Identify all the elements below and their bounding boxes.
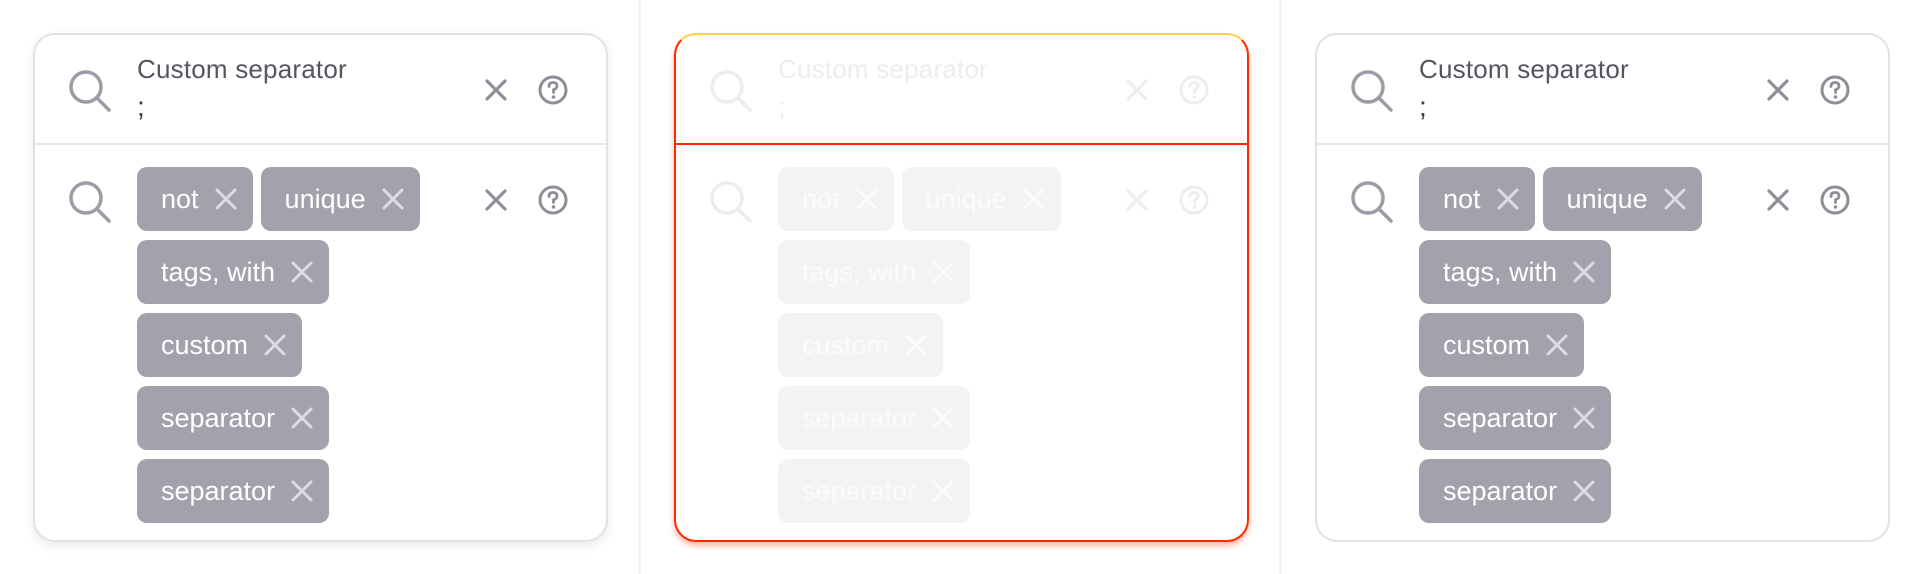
tag-label: tags, with — [1443, 256, 1558, 287]
tag-label: custom — [1443, 329, 1531, 360]
x-icon — [1023, 188, 1045, 210]
tag-chip[interactable]: not — [137, 167, 253, 231]
tag-chip[interactable]: separator — [137, 459, 330, 523]
help-circle-icon[interactable] — [537, 74, 569, 106]
tag-input-card: Custom separator ; not unique tags, with… — [33, 33, 608, 542]
tags-row: not unique tags, with custom separator s… — [676, 145, 1247, 540]
x-icon[interactable] — [289, 405, 315, 431]
field-label: Custom separator — [137, 54, 347, 84]
close-icon[interactable] — [481, 185, 511, 215]
close-icon — [1126, 79, 1148, 101]
search-icon — [710, 181, 752, 223]
tag-list: not unique tags, with custom separator s… — [137, 167, 437, 523]
help-circle-icon — [1179, 185, 1209, 215]
tag-label: unique — [1566, 183, 1648, 214]
tag-chip[interactable]: unique — [1542, 167, 1702, 231]
tag-input-card: Custom separator ; not unique tags, with… — [1315, 33, 1890, 542]
tag-label: not — [1443, 183, 1481, 214]
field-label: Custom separator — [778, 54, 988, 84]
separator-value[interactable]: ; — [1419, 91, 1427, 123]
help-circle-icon — [1179, 75, 1209, 105]
tag-label: custom — [161, 329, 249, 360]
x-icon[interactable] — [1571, 259, 1597, 285]
close-icon — [1126, 189, 1148, 211]
search-icon — [710, 70, 752, 112]
tags-row[interactable]: not unique tags, with custom separator s… — [1317, 145, 1888, 540]
x-icon — [905, 334, 927, 356]
search-icon — [1351, 181, 1393, 223]
tag-chip: separator — [778, 459, 971, 523]
x-icon[interactable] — [213, 186, 239, 212]
tag-chip[interactable]: separator — [137, 386, 330, 450]
x-icon[interactable] — [262, 332, 288, 358]
tag-label: separator — [161, 402, 276, 433]
separator-input-row[interactable]: Custom separator ; — [1317, 35, 1888, 145]
tag-chip: tags, with — [778, 240, 971, 304]
help-circle-icon[interactable] — [537, 184, 569, 216]
field-label: Custom separator — [1419, 54, 1629, 84]
search-icon — [1351, 70, 1393, 112]
x-icon — [856, 188, 878, 210]
x-icon[interactable] — [1662, 186, 1688, 212]
tag-label: separator — [1443, 402, 1558, 433]
tag-label: tags, with — [161, 256, 276, 287]
tags-row[interactable]: not unique tags, with custom separator s… — [35, 145, 606, 540]
tag-label: separator — [802, 475, 917, 506]
tag-chip[interactable]: tags, with — [137, 240, 330, 304]
search-icon — [69, 181, 111, 223]
close-icon[interactable] — [481, 75, 511, 105]
tag-label: tags, with — [802, 256, 917, 287]
x-icon — [932, 480, 954, 502]
tag-chip[interactable]: separator — [1419, 459, 1612, 523]
tag-list: not unique tags, with custom separator s… — [1419, 167, 1719, 523]
x-icon[interactable] — [1495, 186, 1521, 212]
x-icon — [932, 261, 954, 283]
tag-label: not — [802, 183, 840, 214]
close-icon[interactable] — [1763, 185, 1793, 215]
help-circle-icon[interactable] — [1819, 184, 1851, 216]
tag-label: custom — [802, 329, 890, 360]
tag-chip[interactable]: tags, with — [1419, 240, 1612, 304]
tag-label: not — [161, 183, 199, 214]
separator-value[interactable]: ; — [137, 91, 145, 123]
tag-label: separator — [161, 475, 276, 506]
tag-list: not unique tags, with custom separator s… — [778, 167, 1078, 523]
tag-chip: not — [778, 167, 894, 231]
tag-chip[interactable]: custom — [1419, 313, 1585, 377]
tag-input-card-disabled: Custom separator ; not unique tags, with… — [674, 33, 1249, 542]
tag-label: separator — [1443, 475, 1558, 506]
tag-chip: separator — [778, 386, 971, 450]
tag-chip[interactable]: not — [1419, 167, 1535, 231]
separator-value: ; — [778, 91, 786, 122]
tag-chip[interactable]: unique — [260, 167, 420, 231]
help-circle-icon[interactable] — [1819, 74, 1851, 106]
x-icon[interactable] — [1544, 332, 1570, 358]
x-icon — [932, 407, 954, 429]
variant-column-1: Custom separator ; not unique tags, with… — [0, 0, 638, 574]
variant-column-2: Custom separator ; not unique tags, with… — [641, 0, 1279, 574]
x-icon[interactable] — [1571, 478, 1597, 504]
tag-chip[interactable]: custom — [137, 313, 303, 377]
x-icon[interactable] — [1571, 405, 1597, 431]
tag-label: separator — [802, 402, 917, 433]
tag-chip[interactable]: separator — [1419, 386, 1612, 450]
tag-label: unique — [284, 183, 366, 214]
separator-input-row: Custom separator ; — [676, 35, 1247, 145]
x-icon[interactable] — [380, 186, 406, 212]
tag-chip: custom — [778, 313, 944, 377]
close-icon[interactable] — [1763, 75, 1793, 105]
tag-label: unique — [925, 183, 1007, 214]
tag-chip: unique — [901, 167, 1061, 231]
search-icon — [69, 70, 111, 112]
x-icon[interactable] — [289, 478, 315, 504]
variant-column-3: Custom separator ; not unique tags, with… — [1282, 0, 1920, 574]
x-icon[interactable] — [289, 259, 315, 285]
separator-input-row[interactable]: Custom separator ; — [35, 35, 606, 145]
